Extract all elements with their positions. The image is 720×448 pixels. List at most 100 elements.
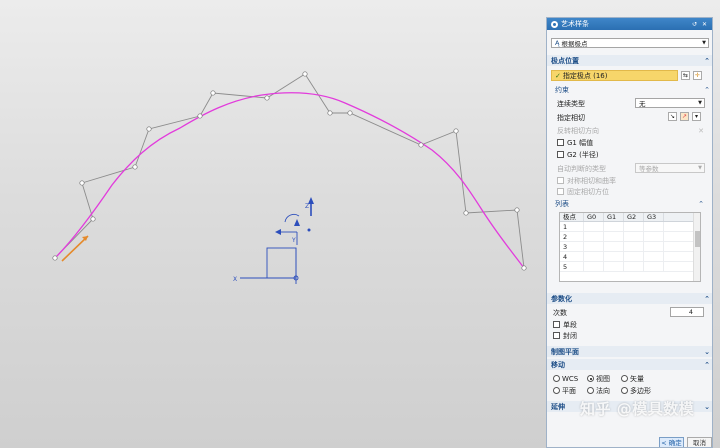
section-move-label: 移动 — [551, 360, 565, 369]
radio-polygon-option[interactable]: 多边形 — [621, 386, 661, 396]
y-arrow-icon — [294, 219, 300, 226]
g2-row[interactable]: G2 (半径) — [547, 149, 712, 160]
radio-normal-option[interactable]: 法向 — [587, 386, 621, 396]
radio-polygon[interactable] — [621, 387, 628, 394]
cancel-button[interactable]: 取消 — [687, 437, 712, 447]
chevron-up-icon: ⌃ — [704, 360, 710, 369]
ok-button[interactable]: < 确定 > — [659, 437, 684, 447]
reverse-direction-icon[interactable]: ✕ — [698, 127, 704, 135]
reverse-icon[interactable]: ⇆ — [681, 71, 690, 80]
column-header-g1: G1 — [604, 213, 624, 221]
single-segment-row[interactable]: 单段 — [547, 319, 712, 330]
table-scrollbar[interactable] — [693, 213, 700, 281]
table-row[interactable]: 2 — [560, 232, 700, 242]
chevron-up-icon: ⌃ — [704, 294, 710, 303]
chevron-down-icon: ▼ — [702, 40, 706, 46]
curve-canvas[interactable]: X Y Z — [0, 0, 546, 448]
pole-list-table[interactable]: 极点 G0 G1 G2 G3 1 2 3 4 5 — [559, 212, 701, 282]
adjust-direction-row: 对称相切和曲率 — [547, 175, 712, 186]
radio-plane-option[interactable]: 平面 — [553, 386, 587, 396]
point-dialog-icon[interactable]: ✛ — [693, 71, 702, 80]
check-icon: ✓ — [555, 71, 561, 80]
sub-list-label: 列表 — [555, 199, 569, 208]
sub-list[interactable]: 列表 ⌃ — [547, 198, 712, 209]
art-spline-curve[interactable] — [54, 92, 525, 269]
chevron-up-icon: ⌃ — [704, 56, 710, 65]
close-icon[interactable]: ✕ — [701, 21, 708, 28]
tangent-handle[interactable] — [61, 235, 89, 262]
reverse-tangent-row: 反转相切方向 ✕ — [547, 125, 712, 136]
closed-row[interactable]: 封闭 — [547, 330, 712, 341]
specify-pole-selector[interactable]: ✓ 指定极点 (16) — [551, 70, 678, 81]
axis-z-label: Z — [305, 203, 309, 210]
scrollbar-thumb[interactable] — [695, 231, 700, 247]
table-row[interactable]: 3 — [560, 242, 700, 252]
type-select[interactable]: Ą 根据极点 ▼ — [551, 38, 709, 48]
specify-tangent-label: 指定相切 — [557, 113, 585, 122]
reverse-tangent-label: 反转相切方向 — [557, 126, 599, 135]
tangent-vector-icon[interactable]: ↘ — [668, 112, 677, 121]
g2-checkbox[interactable] — [557, 151, 564, 158]
table-row[interactable]: 4 — [560, 252, 700, 262]
g1-checkbox[interactable] — [557, 139, 564, 146]
watermark: 知乎 @模具数模 — [580, 400, 695, 418]
axis-x-label: X — [233, 276, 237, 283]
radio-polygon-label: 多边形 — [630, 386, 651, 395]
dialog-gear-icon[interactable] — [551, 20, 558, 28]
chevron-up-icon: ⌃ — [698, 199, 704, 208]
section-parameterize[interactable]: 参数化 ⌃ — [547, 293, 712, 304]
closed-label: 封闭 — [563, 331, 577, 340]
origin-handle[interactable] — [307, 228, 311, 232]
degree-input[interactable]: 4 — [670, 307, 704, 317]
single-segment-label: 单段 — [563, 320, 577, 329]
closed-checkbox[interactable] — [553, 332, 560, 339]
adjust-direction-checkbox — [557, 177, 564, 184]
sub-constraint-label: 约束 — [555, 85, 569, 94]
section-move[interactable]: 移动 ⌃ — [547, 359, 712, 370]
type-select-value: 根据极点 — [561, 40, 588, 48]
section-drawing-plane[interactable]: 制图平面 ⌄ — [547, 346, 712, 357]
section-extend-label: 延伸 — [551, 402, 565, 411]
table-header: 极点 G0 G1 G2 G3 — [560, 213, 700, 222]
reset-icon[interactable]: ↺ — [691, 21, 698, 28]
section-pole-position[interactable]: 极点位置 ⌃ — [547, 55, 712, 66]
radio-vector[interactable] — [621, 375, 628, 382]
move-options-row-1: WCS 视图 矢量 — [547, 373, 712, 384]
chevron-up-icon: ⌃ — [704, 85, 710, 94]
chevron-down-icon: ⌄ — [704, 402, 710, 411]
radio-view-label: 视图 — [596, 374, 610, 383]
param-type-value: 等参数 — [639, 165, 659, 173]
chevron-down-icon: ▼ — [698, 165, 702, 171]
wcs-triad — [240, 214, 300, 284]
radio-vector-label: 矢量 — [630, 374, 644, 383]
continuity-type-select[interactable]: 无 ▼ — [635, 98, 705, 108]
g2-label: G2 (半径) — [567, 150, 599, 159]
column-header-g0: G0 — [584, 213, 604, 221]
sub-constraint[interactable]: 约束 ⌃ — [547, 84, 712, 95]
radio-plane-label: 平面 — [562, 386, 576, 395]
section-pole-position-label: 极点位置 — [551, 56, 579, 65]
radio-view[interactable] — [587, 375, 594, 382]
row-index: 2 — [560, 232, 584, 241]
table-row[interactable]: 1 — [560, 222, 700, 232]
row-index: 3 — [560, 242, 584, 251]
row-index: 1 — [560, 222, 584, 231]
fix-parameter-row: 固定相切方位 — [547, 186, 712, 197]
g1-row[interactable]: G1 幅值 — [547, 137, 712, 148]
single-segment-checkbox[interactable] — [553, 321, 560, 328]
row-index: 5 — [560, 262, 584, 271]
radio-wcs-option[interactable]: WCS — [553, 375, 587, 383]
radio-normal[interactable] — [587, 387, 594, 394]
radio-wcs[interactable] — [553, 375, 560, 382]
radio-vector-option[interactable]: 矢量 — [621, 374, 655, 384]
vector-dialog-icon[interactable]: ↗ — [680, 112, 689, 121]
fix-parameter-label: 固定相切方位 — [567, 187, 609, 196]
table-row[interactable]: 5 — [560, 262, 700, 272]
radio-plane[interactable] — [553, 387, 560, 394]
radio-view-option[interactable]: 视图 — [587, 374, 621, 384]
vector-dropdown-icon[interactable]: ▾ — [692, 112, 701, 121]
param-type-label: 自动判断的类型 — [557, 164, 606, 173]
graphics-viewport[interactable]: X Y Z — [0, 0, 546, 448]
chevron-down-icon: ▼ — [698, 100, 702, 106]
adjust-direction-label: 对称相切和曲率 — [567, 176, 616, 185]
